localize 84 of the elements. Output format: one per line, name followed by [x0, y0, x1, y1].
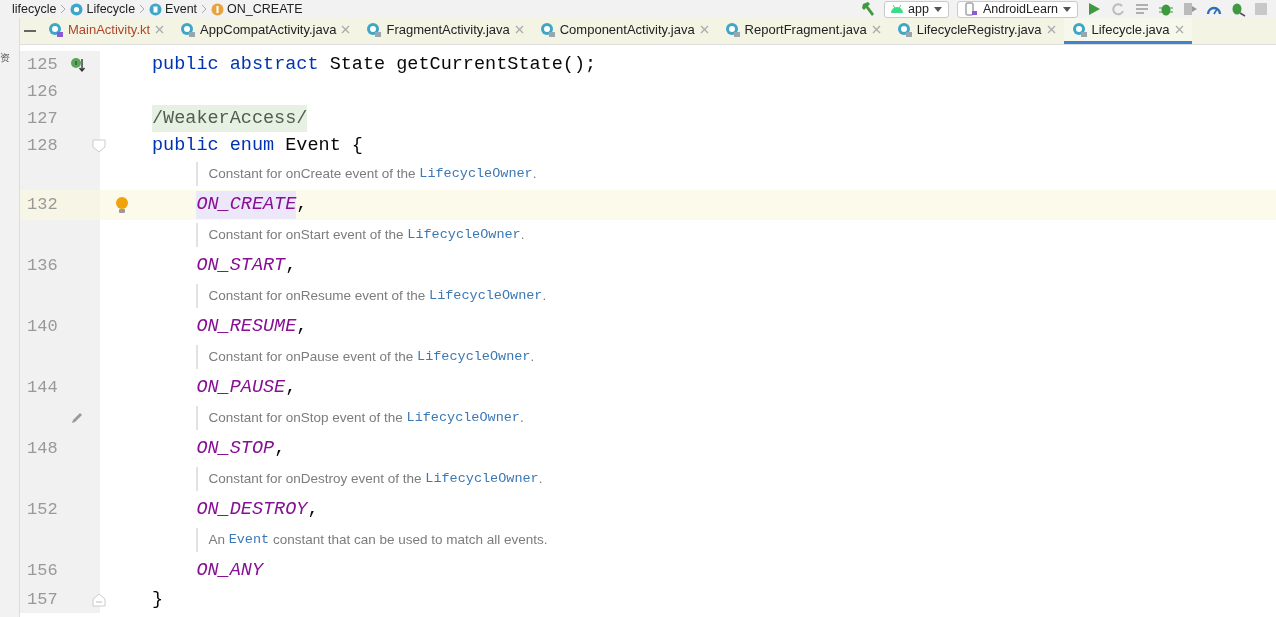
- kotlin-class-icon: [48, 22, 63, 37]
- implements-icon[interactable]: [70, 56, 86, 73]
- rerun-icon[interactable]: [1110, 1, 1126, 17]
- pencil-icon[interactable]: [70, 411, 84, 426]
- code-line: ON_START,: [195, 253, 297, 278]
- stop-icon[interactable]: [1254, 2, 1268, 16]
- line-number: 125: [26, 53, 59, 76]
- class-icon: [70, 2, 84, 16]
- editor-tab[interactable]: ComponentActivity.java: [531, 18, 717, 44]
- android-icon: [891, 5, 904, 13]
- line-number: 132: [26, 194, 59, 216]
- class-icon: [539, 22, 555, 37]
- fold-icon[interactable]: [92, 592, 106, 607]
- caret-icon: [933, 6, 942, 12]
- breadcrumb-item[interactable]: Lifecycle: [70, 0, 136, 18]
- class-icon: [180, 22, 196, 37]
- breadcrumb-item[interactable]: lifecycle: [12, 0, 57, 18]
- line-number: 128: [26, 134, 59, 157]
- collapse-icon[interactable]: [24, 29, 36, 33]
- class-icon: [1071, 22, 1087, 37]
- code-line: ON_ANY: [195, 558, 264, 583]
- code-link[interactable]: LifecycleOwner: [429, 286, 543, 307]
- caret-icon: [1063, 6, 1071, 12]
- line-number: 136: [26, 255, 59, 277]
- list-icon[interactable]: [1134, 1, 1150, 17]
- editor-tab[interactable]: Lifecycle.java: [1063, 18, 1192, 44]
- lightbulb-icon[interactable]: [115, 195, 129, 214]
- doc-comment: Constant for onPause event of the LifecycleOwner.: [196, 345, 535, 370]
- doc-comment: Constant for onDestroy event of the LifecycleOwner.: [196, 467, 543, 492]
- close-icon[interactable]: [341, 25, 351, 34]
- fold-icon[interactable]: [92, 138, 106, 153]
- doc-comment: Constant for onCreate event of the LifecycleOwner.: [196, 162, 537, 187]
- code-link[interactable]: LifecycleOwner: [407, 225, 521, 246]
- line-number: 140: [26, 316, 59, 338]
- hammer-icon[interactable]: [860, 1, 877, 17]
- code-line: ON_PAUSE,: [195, 375, 297, 400]
- editor-tab[interactable]: ReportFragment.java: [716, 18, 889, 44]
- run-config-dropdown[interactable]: app: [884, 0, 949, 18]
- chevron-icon: [201, 4, 208, 14]
- class-icon: [366, 22, 382, 37]
- editor-tab[interactable]: LifecycleRegistry.java: [888, 18, 1064, 44]
- line-number: 127: [26, 107, 59, 130]
- code-line: ON_RESUME,: [195, 314, 308, 339]
- doc-comment: Constant for onStop event of the LifecycleOwner.: [196, 406, 524, 431]
- code-line: ON_DESTROY,: [195, 497, 319, 522]
- breadcrumb-item[interactable]: Event: [149, 0, 198, 18]
- close-icon[interactable]: [155, 25, 165, 34]
- class-icon: [724, 22, 740, 37]
- code-line: public abstract State getCurrentState();: [152, 52, 597, 77]
- profiler-icon[interactable]: [1182, 1, 1198, 17]
- doc-comment: Constant for onStart event of the LifecycleOwner.: [196, 223, 525, 248]
- close-icon[interactable]: [1174, 25, 1184, 34]
- chevron-icon: [139, 4, 146, 14]
- doc-comment: An Event constant that can be used to match all events.: [196, 528, 548, 553]
- editor-tab[interactable]: MainActivity.kt: [40, 18, 173, 44]
- side-label: 资: [0, 52, 10, 63]
- code-link[interactable]: Event: [228, 530, 270, 551]
- run-config-dropdown[interactable]: AndroidLearn: [956, 0, 1078, 18]
- close-icon[interactable]: [514, 25, 524, 34]
- close-icon[interactable]: [699, 25, 709, 34]
- close-icon[interactable]: [871, 25, 881, 34]
- line-number: 144: [26, 377, 59, 399]
- editor-tab[interactable]: AppCompatActivity.java: [172, 18, 359, 44]
- line-number: 152: [26, 499, 59, 521]
- code-link[interactable]: LifecycleOwner: [406, 408, 520, 429]
- doc-comment: Constant for onResume event of the LifecycleOwner.: [196, 284, 547, 309]
- code-link[interactable]: LifecycleOwner: [419, 164, 533, 185]
- line-number: 157: [26, 588, 59, 611]
- class-icon: [896, 22, 912, 37]
- enum-icon: [149, 2, 163, 16]
- close-icon[interactable]: [1046, 25, 1056, 34]
- code-line: public enum Event {: [152, 133, 363, 158]
- code-line: ON_STOP,: [195, 436, 286, 461]
- field-icon: [211, 2, 225, 16]
- code-link[interactable]: LifecycleOwner: [425, 469, 539, 490]
- code-link[interactable]: LifecycleOwner: [417, 347, 531, 368]
- chevron-icon: [60, 4, 67, 14]
- device-icon: [963, 2, 978, 16]
- breadcrumb-item[interactable]: ON_CREATE: [211, 0, 303, 18]
- code-line: }: [152, 587, 164, 612]
- line-number: 148: [26, 438, 59, 460]
- line-number: 156: [26, 560, 59, 582]
- line-number: 126: [26, 80, 59, 103]
- editor-tab[interactable]: FragmentActivity.java: [358, 18, 532, 44]
